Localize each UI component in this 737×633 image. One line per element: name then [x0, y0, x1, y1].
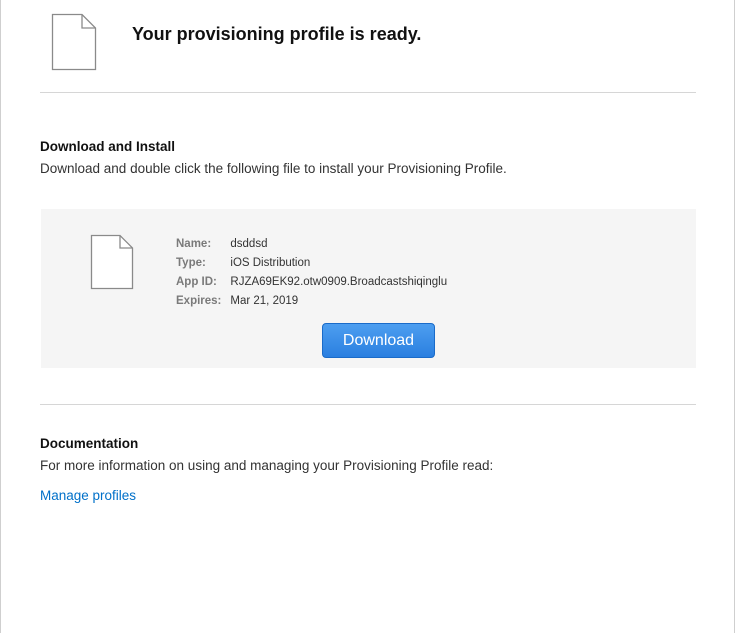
detail-row-type: Type: iOS Distribution	[176, 253, 447, 272]
profile-name-value: dsddsd	[230, 237, 268, 250]
profile-app-id-value: RJZA69EK92.otw0909.Broadcastshiqinglu	[230, 275, 448, 288]
page-title: Your provisioning profile is ready.	[132, 24, 422, 44]
documentation-heading: Documentation	[40, 436, 139, 451]
documentation-description: For more information on using and managi…	[40, 458, 494, 473]
download-install-description: Download and double click the following …	[40, 161, 507, 176]
profile-panel: Name: dsddsd Type: iOS Distribution App …	[41, 209, 696, 368]
section-divider	[40, 404, 696, 405]
download-button[interactable]: Download	[322, 323, 435, 358]
download-install-heading: Download and Install	[40, 139, 176, 154]
profile-type-value: iOS Distribution	[230, 256, 311, 269]
detail-row-name: Name: dsddsd	[176, 234, 447, 253]
detail-label: Expires:	[176, 294, 222, 307]
detail-label: Type:	[176, 256, 206, 269]
profile-file-icon	[90, 234, 134, 290]
detail-row-expires: Expires: Mar 21, 2019	[176, 291, 447, 310]
document-icon	[51, 13, 97, 71]
header-divider	[40, 92, 696, 93]
manage-profiles-link[interactable]: Manage profiles	[40, 488, 136, 503]
detail-row-app-id: App ID: RJZA69EK92.otw0909.Broadcastshiq…	[176, 272, 447, 291]
detail-label: App ID:	[176, 275, 217, 288]
profile-details: Name: dsddsd Type: iOS Distribution App …	[176, 234, 447, 310]
detail-label: Name:	[176, 237, 212, 250]
profile-expires-value: Mar 21, 2019	[230, 294, 299, 307]
page-frame: Your provisioning profile is ready. Down…	[0, 0, 735, 633]
